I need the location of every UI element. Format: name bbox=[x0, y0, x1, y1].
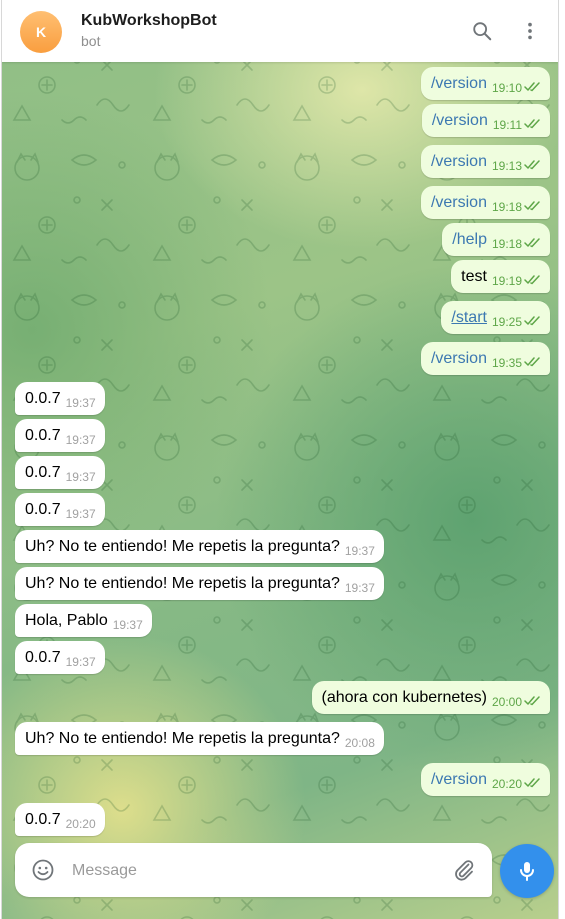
outgoing-message[interactable]: test 19:19 bbox=[451, 260, 550, 293]
chat-status: bot bbox=[81, 33, 101, 49]
message-time: 19:10 bbox=[491, 81, 522, 95]
more-menu-button[interactable] bbox=[515, 16, 545, 46]
message-time: 20:20 bbox=[65, 817, 96, 831]
double-check-icon bbox=[524, 82, 540, 92]
incoming-message[interactable]: 0.0.7 19:37 bbox=[15, 456, 105, 489]
message-text: (ahora con kubernetes) bbox=[321, 689, 487, 706]
double-check-icon bbox=[524, 119, 540, 129]
double-check-icon bbox=[524, 316, 540, 326]
chat-title[interactable]: KubWorkshopBot bbox=[81, 12, 217, 30]
outgoing-message[interactable]: /help 19:18 bbox=[442, 223, 550, 256]
message-time: 19:18 bbox=[491, 237, 522, 251]
message-list: /version 19:10/version 19:11/version 19:13/… bbox=[2, 62, 558, 842]
message-text[interactable]: /version bbox=[431, 153, 487, 170]
message-input[interactable] bbox=[70, 857, 434, 885]
message-text[interactable]: /version bbox=[431, 350, 487, 367]
message-text: 0.0.7 bbox=[25, 811, 61, 828]
chat-window: K KubWorkshopBot bot /version 19:10/versi… bbox=[1, 0, 559, 919]
message-time: 19:37 bbox=[65, 433, 96, 447]
double-check-icon bbox=[524, 275, 540, 285]
message-time: 19:25 bbox=[491, 315, 522, 329]
message-time: 19:37 bbox=[344, 544, 375, 558]
message-text[interactable]: /version bbox=[432, 112, 488, 129]
message-text: Hola, Pablo bbox=[25, 612, 108, 629]
double-check-icon bbox=[524, 238, 540, 248]
message-time: 19:13 bbox=[491, 159, 522, 173]
message-text: Uh? No te entiendo! Me repetis la pregun… bbox=[25, 730, 340, 747]
microphone-icon bbox=[520, 862, 534, 881]
search-button[interactable] bbox=[467, 16, 497, 46]
message-text: Uh? No te entiendo! Me repetis la pregun… bbox=[25, 575, 340, 592]
incoming-message[interactable]: 0.0.7 19:37 bbox=[15, 493, 105, 526]
outgoing-message[interactable]: /start 19:25 bbox=[441, 301, 550, 334]
voice-record-button[interactable] bbox=[500, 844, 554, 898]
incoming-message[interactable]: Uh? No te entiendo! Me repetis la pregun… bbox=[15, 567, 384, 600]
message-time: 20:08 bbox=[344, 736, 375, 750]
message-time: 19:18 bbox=[491, 200, 522, 214]
outgoing-message[interactable]: /version 20:20 bbox=[420, 763, 550, 796]
message-text[interactable]: /version bbox=[431, 194, 487, 211]
double-check-icon bbox=[524, 160, 540, 170]
double-check-icon bbox=[524, 357, 540, 367]
avatar[interactable]: K bbox=[20, 11, 62, 53]
outgoing-message[interactable]: /version 19:13 bbox=[420, 145, 550, 178]
message-time: 20:20 bbox=[491, 777, 522, 791]
double-check-icon bbox=[524, 201, 540, 211]
message-text[interactable]: /start bbox=[451, 309, 487, 326]
incoming-message[interactable]: 0.0.7 19:37 bbox=[15, 419, 105, 452]
smile-icon[interactable] bbox=[31, 858, 55, 882]
outgoing-message[interactable]: /version 19:18 bbox=[420, 186, 550, 219]
incoming-message[interactable]: 0.0.7 19:37 bbox=[15, 641, 105, 674]
message-text[interactable]: /version bbox=[431, 771, 487, 788]
outgoing-message[interactable]: /version 19:10 bbox=[420, 67, 550, 100]
more-vertical-icon bbox=[528, 22, 532, 40]
message-time: 19:37 bbox=[344, 581, 375, 595]
message-time: 19:37 bbox=[65, 655, 96, 669]
message-text[interactable]: /help bbox=[452, 231, 487, 248]
message-text: 0.0.7 bbox=[25, 464, 61, 481]
message-time: 19:37 bbox=[65, 507, 96, 521]
message-time: 19:35 bbox=[491, 356, 522, 370]
outgoing-message[interactable]: /version 19:11 bbox=[421, 104, 550, 137]
paperclip-icon[interactable] bbox=[452, 858, 476, 882]
message-time: 20:00 bbox=[491, 695, 522, 709]
message-time: 19:37 bbox=[65, 396, 96, 410]
message-time: 19:37 bbox=[112, 618, 143, 632]
incoming-message[interactable]: Uh? No te entiendo! Me repetis la pregun… bbox=[15, 722, 384, 755]
double-check-icon bbox=[524, 778, 540, 788]
message-composer bbox=[15, 843, 492, 897]
message-text: 0.0.7 bbox=[25, 649, 61, 666]
outgoing-message[interactable]: (ahora con kubernetes) 20:00 bbox=[311, 681, 550, 714]
incoming-message[interactable]: Uh? No te entiendo! Me repetis la pregun… bbox=[15, 530, 384, 563]
double-check-icon bbox=[524, 696, 540, 706]
message-text: 0.0.7 bbox=[25, 501, 61, 518]
message-text: 0.0.7 bbox=[25, 427, 61, 444]
message-text: test bbox=[461, 268, 487, 285]
incoming-message[interactable]: 0.0.7 20:20 bbox=[15, 803, 105, 836]
message-text: 0.0.7 bbox=[25, 390, 61, 407]
message-time: 19:11 bbox=[492, 118, 522, 132]
incoming-message[interactable]: Hola, Pablo 19:37 bbox=[15, 604, 152, 637]
message-text[interactable]: /version bbox=[431, 75, 487, 92]
message-text: Uh? No te entiendo! Me repetis la pregun… bbox=[25, 538, 340, 555]
message-time: 19:19 bbox=[491, 274, 522, 288]
message-time: 19:37 bbox=[65, 470, 96, 484]
chat-header: K KubWorkshopBot bot bbox=[2, 0, 558, 62]
search-icon bbox=[473, 22, 492, 41]
outgoing-message[interactable]: /version 19:35 bbox=[420, 342, 550, 375]
incoming-message[interactable]: 0.0.7 19:37 bbox=[15, 382, 105, 415]
